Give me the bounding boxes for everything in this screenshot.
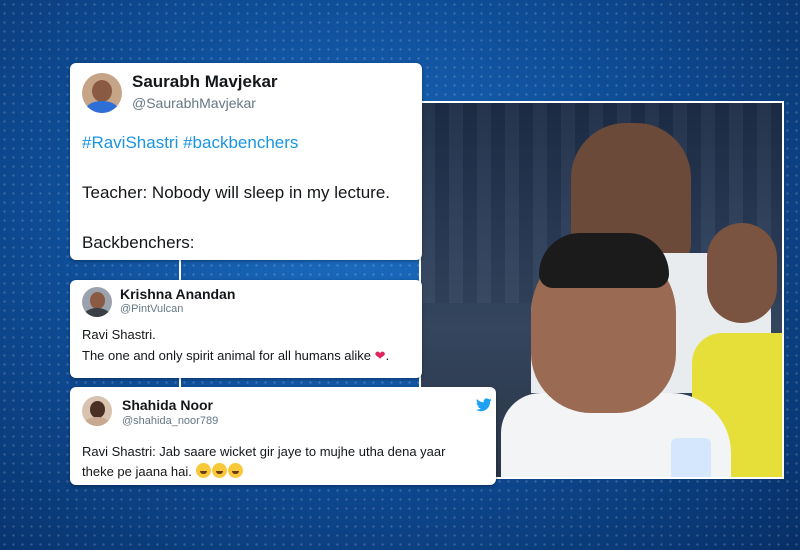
tweet-author-name[interactable]: Shahida Noor	[122, 397, 213, 413]
tweet-card[interactable]: Saurabh Mavjekar @SaurabhMavjekar #RaviS…	[70, 63, 422, 260]
tweet-text-line: The one and only spirit animal for all h…	[82, 348, 390, 363]
water-bottle	[671, 438, 711, 477]
user-avatar-icon[interactable]	[82, 287, 112, 317]
tweet-text-line: Teacher: Nobody will sleep in my lecture…	[82, 183, 391, 202]
right-player-head	[707, 223, 777, 323]
twitter-bird-icon[interactable]	[476, 398, 492, 412]
tweet-text-line: theke pe jaana hai.	[82, 463, 244, 479]
user-avatar-icon[interactable]	[82, 396, 112, 426]
tweet-author-handle[interactable]: @PintVulcan	[120, 303, 183, 315]
tweet-text-line: Ravi Shastri: Jab saare wicket gir jaye …	[82, 444, 446, 459]
user-avatar-icon[interactable]	[82, 73, 122, 113]
tweet-card[interactable]: Krishna Anandan @PintVulcan Ravi Shastri…	[70, 280, 422, 378]
sleeping-man-hair	[539, 233, 669, 288]
tweet-author-name[interactable]: Saurabh Mavjekar	[132, 72, 278, 92]
tweet-author-name[interactable]: Krishna Anandan	[120, 286, 235, 302]
thread-connector	[179, 258, 181, 282]
tweet-hashtags[interactable]: #RaviShastri #backbenchers	[82, 133, 298, 153]
tweet-author-handle[interactable]: @shahida_noor789	[122, 415, 218, 427]
heart-emoji-icon: ❤	[374, 348, 386, 363]
tweet-card[interactable]: Shahida Noor @shahida_noor789 Ravi Shast…	[70, 387, 496, 485]
tweet-text-line: Backbenchers:	[82, 233, 195, 252]
tweet-author-handle[interactable]: @SaurabhMavjekar	[132, 95, 256, 111]
tweet-text-line: Ravi Shastri.	[82, 327, 156, 342]
laughing-emoji-icon	[195, 463, 244, 479]
